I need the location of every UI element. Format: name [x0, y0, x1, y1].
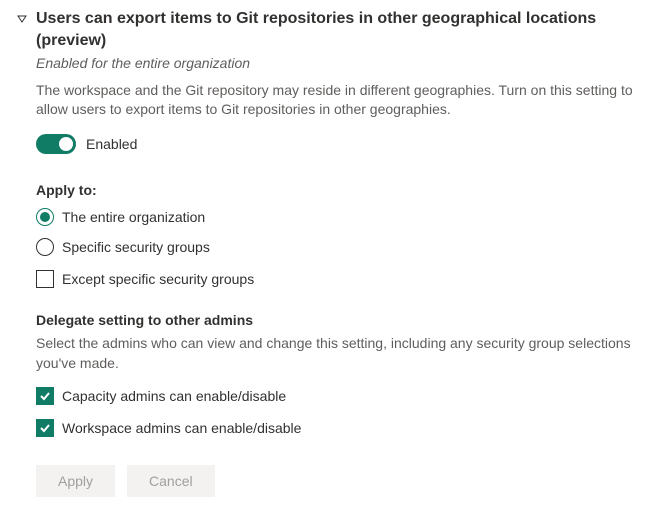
- checkbox-capacity-admins[interactable]: Capacity admins can enable/disable: [36, 387, 652, 405]
- collapse-icon[interactable]: [16, 12, 28, 28]
- checkbox-unchecked-icon: [36, 270, 54, 288]
- setting-description: The workspace and the Git repository may…: [36, 81, 652, 120]
- apply-button[interactable]: Apply: [36, 465, 115, 497]
- radio-entire-organization-label: The entire organization: [62, 209, 205, 225]
- checkbox-checked-icon: [36, 387, 54, 405]
- setting-scope: Enabled for the entire organization: [36, 55, 652, 71]
- radio-specific-groups[interactable]: Specific security groups: [36, 238, 652, 256]
- radio-selected-icon: [36, 208, 54, 226]
- setting-title: Users can export items to Git repositori…: [36, 8, 652, 53]
- checkbox-capacity-admins-label: Capacity admins can enable/disable: [62, 388, 286, 404]
- enabled-toggle[interactable]: [36, 134, 76, 154]
- checkbox-workspace-admins[interactable]: Workspace admins can enable/disable: [36, 419, 652, 437]
- radio-specific-groups-label: Specific security groups: [62, 239, 210, 255]
- checkbox-workspace-admins-label: Workspace admins can enable/disable: [62, 420, 301, 436]
- checkbox-checked-icon: [36, 419, 54, 437]
- enabled-toggle-label: Enabled: [86, 136, 137, 152]
- cancel-button[interactable]: Cancel: [127, 465, 215, 497]
- radio-unselected-icon: [36, 238, 54, 256]
- checkbox-except-groups[interactable]: Except specific security groups: [36, 270, 652, 288]
- delegate-heading: Delegate setting to other admins: [36, 312, 652, 328]
- delegate-description: Select the admins who can view and chang…: [36, 334, 652, 373]
- radio-entire-organization[interactable]: The entire organization: [36, 208, 652, 226]
- apply-to-label: Apply to:: [36, 182, 652, 198]
- checkbox-except-groups-label: Except specific security groups: [62, 271, 254, 287]
